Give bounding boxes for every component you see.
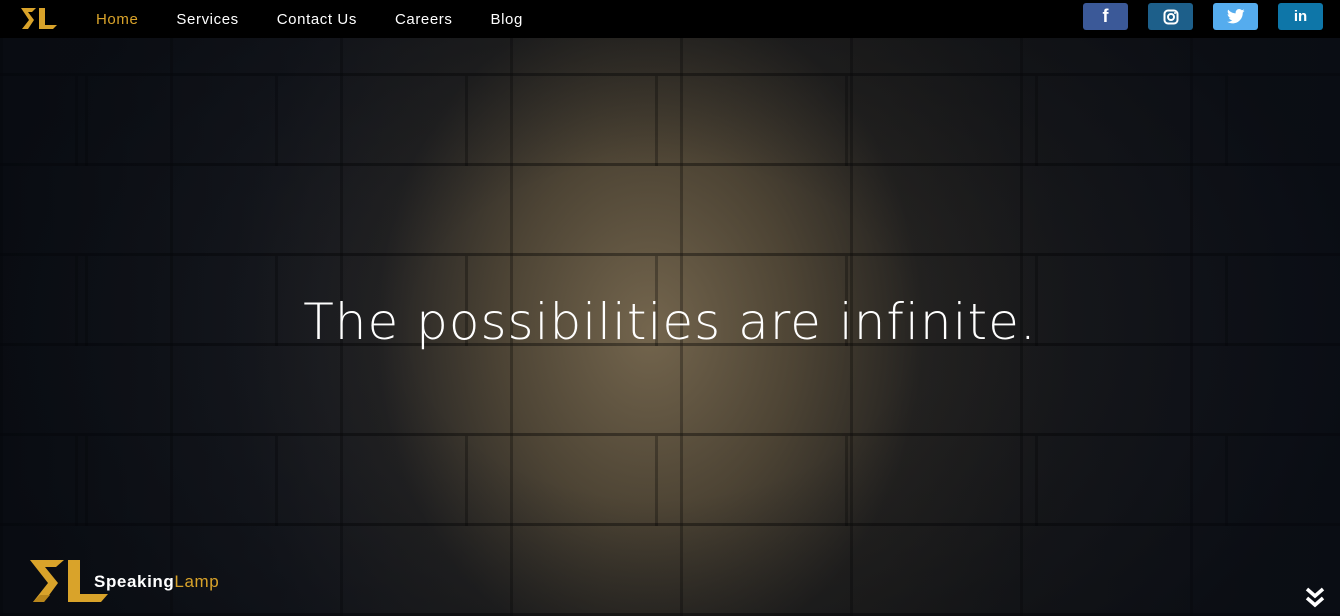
brand-name: SpeakingLamp [94,572,219,592]
linkedin-icon: in [1293,8,1308,25]
speakinglamp-logo-icon[interactable] [20,7,58,31]
brand[interactable]: SpeakingLamp [30,559,219,604]
hero-title: The possibilities are infinite. [303,293,1037,351]
brand-name-part1: Speaking [94,571,175,591]
social-links: f in [1063,3,1323,30]
nav-link-contact-us[interactable]: Contact Us [277,11,357,28]
nav-link-home[interactable]: Home [96,11,138,28]
instagram-icon [1163,9,1178,24]
linkedin-button[interactable]: in [1278,3,1323,30]
nav-link-services[interactable]: Services [176,11,238,28]
main-nav: Home Services Contact Us Careers Blog [96,0,561,38]
top-navbar: Home Services Contact Us Careers Blog f [0,0,1340,38]
nav-link-careers[interactable]: Careers [395,11,453,28]
brand-name-part2: Lamp [174,571,220,591]
nav-link-blog[interactable]: Blog [491,11,523,28]
facebook-button[interactable]: f [1083,3,1128,30]
double-chevron-down-icon[interactable] [1304,586,1326,608]
twitter-button[interactable] [1213,3,1258,30]
instagram-button[interactable] [1148,3,1193,30]
twitter-icon [1226,9,1245,24]
facebook-icon: f [1102,6,1109,26]
page: Home Services Contact Us Careers Blog f [0,0,1340,616]
